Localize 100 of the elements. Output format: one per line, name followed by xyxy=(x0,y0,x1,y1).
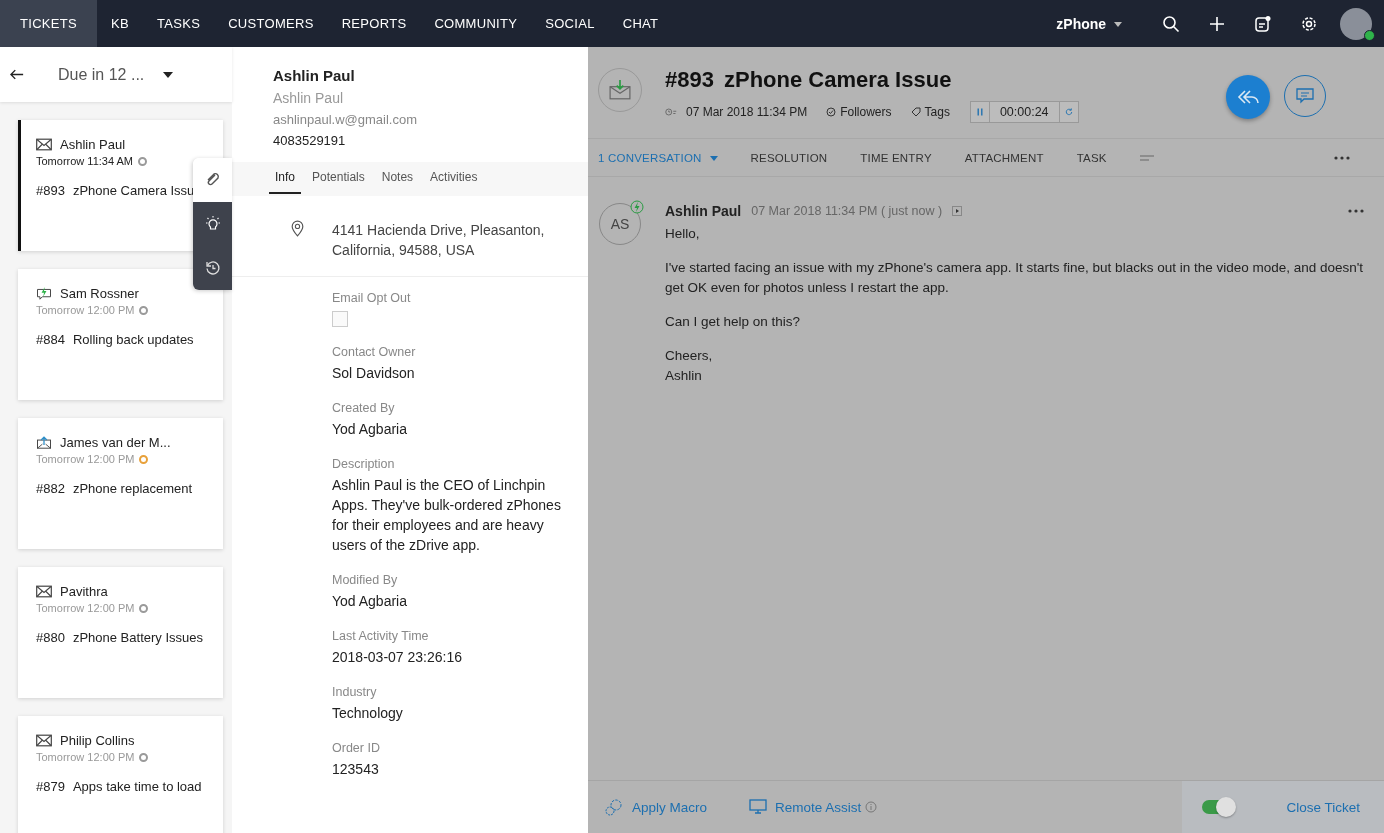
field-value: Yod Agbaria xyxy=(332,420,408,439)
due-time: Tomorrow 11:34 AM xyxy=(36,155,133,167)
ticket-tab[interactable]: TASK xyxy=(1076,151,1107,164)
nav-tab[interactable]: CHAT xyxy=(608,0,673,47)
ticket-subject: zPhone Camera Issu xyxy=(72,183,195,198)
reply-all-button[interactable] xyxy=(1226,75,1270,119)
user-avatar[interactable] xyxy=(1340,7,1372,40)
field-label: Contact Owner xyxy=(332,345,417,359)
envelope-icon xyxy=(36,138,52,151)
plus-icon[interactable] xyxy=(1208,14,1226,33)
notification-icon[interactable] xyxy=(1254,14,1272,33)
caret-icon xyxy=(709,155,718,161)
ticket-number: #879 xyxy=(36,779,65,794)
due-time: Tomorrow 12:00 PM xyxy=(36,453,135,465)
ticket-number: #893 xyxy=(665,67,714,92)
lightbulb-icon[interactable] xyxy=(204,216,221,232)
author-name: Ashlin Paul xyxy=(665,203,742,219)
settings-icon[interactable] xyxy=(1300,14,1318,33)
back-arrow-icon[interactable] xyxy=(10,69,24,80)
contact-tab[interactable]: Notes xyxy=(375,162,420,192)
requester-name: James van der M... xyxy=(60,435,171,450)
ticket-subject: zPhone Battery Issues xyxy=(72,630,203,645)
nav-tab[interactable]: KB xyxy=(97,0,143,47)
ticket-tab[interactable]: RESOLUTION xyxy=(750,151,828,164)
paperclip-icon[interactable] xyxy=(204,172,221,188)
tags-link[interactable]: Tags xyxy=(909,105,950,119)
ticket-number: #880 xyxy=(36,630,65,645)
field-label: Description xyxy=(332,457,396,471)
more-icon[interactable] xyxy=(1334,155,1350,160)
toggle-switch[interactable] xyxy=(1202,800,1235,814)
nav-tab[interactable]: TASKS xyxy=(142,0,215,47)
field-label: Order ID xyxy=(332,741,381,755)
monitor-icon xyxy=(749,799,768,815)
ticket-card[interactable]: Sam Rossner Tomorrow 12:00 PM #884 Rolling back updates xyxy=(18,269,223,400)
field-label: Last Activity Time xyxy=(332,629,430,643)
field-value: Yod Agbaria xyxy=(332,592,408,611)
reply-all-icon xyxy=(1236,89,1260,105)
checkbox[interactable] xyxy=(332,311,348,327)
field-value: Ashlin Paul is the CEO of Linchpin Apps. They've bulk-ordered zPhones for their employees and are heavy users of the zDrive app. xyxy=(332,476,562,555)
requester-name: Ashlin Paul xyxy=(60,137,126,152)
ticket-subject: Apps take time to load xyxy=(72,779,202,794)
search-icon[interactable] xyxy=(1162,14,1180,33)
nav-tab[interactable]: CUSTOMERS xyxy=(214,0,328,47)
contact-address: 4141 Hacienda Drive, Pleasanton, California, 94588, USA xyxy=(332,221,546,260)
nav-tab[interactable]: SOCIAL xyxy=(531,0,609,47)
requester-name: Sam Rossner xyxy=(60,286,139,301)
followers-link[interactable]: Followers xyxy=(825,105,892,119)
ticket-card[interactable]: Ashlin Paul Tomorrow 11:34 AM #893 zPhone Camera Issu xyxy=(18,120,223,251)
caret-icon xyxy=(1114,22,1122,28)
nav-tab[interactable]: TICKETS xyxy=(0,0,97,47)
ticket-card[interactable]: Pavithra Tomorrow 12:00 PM #880 zPhone Battery Issues xyxy=(18,567,223,698)
contact-name: Ashlin Paul xyxy=(273,67,356,84)
message-paragraph: Cheers, Ashlin xyxy=(665,347,714,385)
timer-value: 00:00:24 xyxy=(988,102,1060,122)
ticket-number: #893 xyxy=(36,183,65,198)
field-value: Technology xyxy=(332,704,404,723)
contact-phone: 4083529191 xyxy=(273,133,347,148)
location-pin-icon xyxy=(291,220,304,237)
requester-name: Philip Collins xyxy=(60,733,135,748)
contact-tab[interactable]: Activities xyxy=(424,162,484,192)
envelope-icon xyxy=(36,734,52,747)
requester-name: Pavithra xyxy=(60,584,108,599)
more-icon[interactable] xyxy=(1348,209,1364,213)
contact-email: ashlinpaul.w@gmail.com xyxy=(273,112,418,127)
account-name: Ashlin Paul xyxy=(273,90,345,106)
field-value: 123543 xyxy=(332,760,380,779)
history-icon[interactable] xyxy=(204,260,221,276)
field-label: Email Opt Out xyxy=(332,291,412,305)
ticket-subject: zPhone replacement xyxy=(72,481,193,496)
nav-tab[interactable]: REPORTS xyxy=(327,0,421,47)
field-value: 2018-03-07 23:26:16 xyxy=(332,648,463,667)
ticket-card[interactable]: James van der M... Tomorrow 12:00 PM #882 zPhone replacement xyxy=(18,418,223,549)
ticket-tab[interactable]: TIME ENTRY xyxy=(860,151,932,164)
tag-icon xyxy=(909,107,922,117)
due-time: Tomorrow 12:00 PM xyxy=(36,304,135,316)
check-circle-icon xyxy=(825,107,838,117)
message-time: 07 Mar 2018 11:34 PM ( just now ) xyxy=(751,204,943,218)
clock-icon xyxy=(665,107,677,117)
contact-tab[interactable]: Potentials xyxy=(306,162,371,192)
message-paragraph: I've started facing an issue with my zPhone's camera app. It starts fine, but blacks out in the video mode, and doesn't get OK even for photos unless I restart the app. xyxy=(665,259,1365,297)
field-label: Modified By xyxy=(332,573,399,587)
expand-icon[interactable] xyxy=(952,206,963,216)
comment-icon xyxy=(1296,88,1314,104)
department-dropdown[interactable]: zPhone xyxy=(1050,14,1128,33)
created-date: 07 Mar 2018 11:34 PM xyxy=(686,105,808,119)
nav-tab[interactable]: COMMUNITY xyxy=(420,0,532,47)
field-value: Sol Davidson xyxy=(332,364,416,383)
message-paragraph: Can I get help on this? xyxy=(665,313,802,331)
ticket-number: #884 xyxy=(36,332,65,347)
field-label: Created By xyxy=(332,401,396,415)
ticket-card[interactable]: Philip Collins Tomorrow 12:00 PM #879 Apps take time to load xyxy=(18,716,223,833)
due-time: Tomorrow 12:00 PM xyxy=(36,602,135,614)
caret-icon xyxy=(162,72,173,79)
due-time: Tomorrow 12:00 PM xyxy=(36,751,135,763)
message-paragraph: Hello, xyxy=(665,225,701,243)
ticket-subject: Rolling back updates xyxy=(72,332,194,347)
chat-bolt-icon xyxy=(36,287,52,300)
ticket-tab[interactable]: ATTACHMENT xyxy=(964,151,1044,164)
contact-tab[interactable]: Info xyxy=(269,162,301,194)
envelope-icon xyxy=(36,585,52,598)
